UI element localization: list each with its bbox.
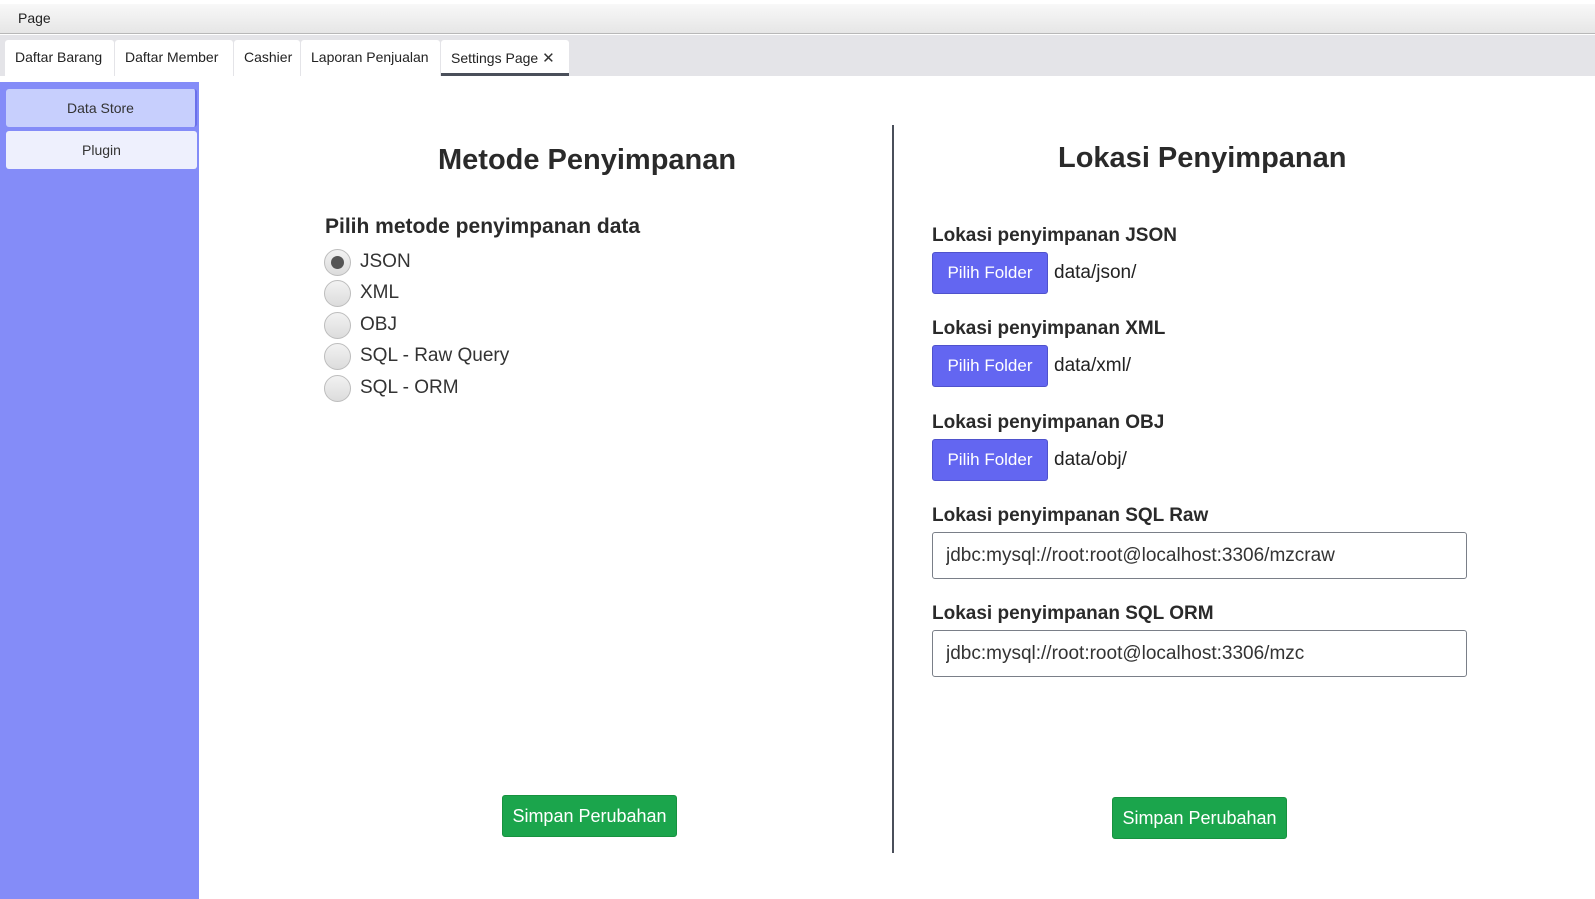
tab-daftar-member[interactable]: Daftar Member xyxy=(115,40,233,76)
obj-folder-row: Pilih Folder data/obj/ xyxy=(932,439,1127,481)
xml-location-label: Lokasi penyimpanan XML xyxy=(932,318,1166,339)
choose-obj-folder-button[interactable]: Pilih Folder xyxy=(932,439,1048,481)
radio-label: JSON xyxy=(360,251,411,272)
sidebar-item-data-store[interactable]: Data Store xyxy=(6,89,197,127)
tab-label: Daftar Barang xyxy=(15,49,103,65)
storage-location-title: Lokasi Penyimpanan xyxy=(1058,142,1347,174)
tab-label: Daftar Member xyxy=(125,49,219,65)
menu-bar: Page xyxy=(0,4,1595,34)
choose-xml-folder-button[interactable]: Pilih Folder xyxy=(932,345,1048,387)
tab-daftar-barang[interactable]: Daftar Barang xyxy=(5,40,114,76)
radio-button[interactable] xyxy=(324,342,351,370)
storage-method-title: Metode Penyimpanan xyxy=(438,144,737,176)
close-icon[interactable]: ✕ xyxy=(542,50,555,67)
json-folder-path: data/json/ xyxy=(1054,262,1137,283)
sql-raw-connection-input[interactable] xyxy=(932,532,1467,579)
tab-laporan-penjualan[interactable]: Laporan Penjualan xyxy=(301,40,440,76)
radio-option-sql-raw[interactable]: SQL - Raw Query xyxy=(324,342,509,370)
radio-button[interactable] xyxy=(324,311,351,339)
radio-option-json[interactable]: JSON xyxy=(324,248,411,276)
sql-orm-connection-input[interactable] xyxy=(932,630,1467,677)
radio-option-xml[interactable]: XML xyxy=(324,279,399,307)
radio-option-obj[interactable]: OBJ xyxy=(324,311,397,339)
save-changes-button-right[interactable]: Simpan Perubahan xyxy=(1112,797,1287,839)
xml-folder-path: data/xml/ xyxy=(1054,355,1132,376)
radio-button[interactable] xyxy=(324,248,351,276)
json-location-label: Lokasi penyimpanan JSON xyxy=(932,225,1177,246)
radio-label: OBJ xyxy=(360,314,397,335)
json-folder-row: Pilih Folder data/json/ xyxy=(932,252,1136,294)
tab-cashier[interactable]: Cashier xyxy=(234,40,300,76)
radio-label: XML xyxy=(360,282,400,303)
sidebar-item-plugin[interactable]: Plugin xyxy=(6,131,197,169)
sql-orm-location-label: Lokasi penyimpanan SQL ORM xyxy=(932,603,1214,624)
radio-label: SQL - Raw Query xyxy=(360,345,510,366)
radio-button[interactable] xyxy=(324,279,351,307)
radio-label: SQL - ORM xyxy=(360,377,459,398)
sql-raw-location-label: Lokasi penyimpanan SQL Raw xyxy=(932,505,1209,526)
radio-button[interactable] xyxy=(324,374,351,402)
tab-settings-page[interactable]: Settings Page ✕ xyxy=(441,40,569,76)
sidebar: Data Store Plugin xyxy=(0,82,199,899)
xml-folder-row: Pilih Folder data/xml/ xyxy=(932,345,1131,387)
storage-method-subtitle: Pilih metode penyimpanan data xyxy=(325,215,641,238)
tab-label: Settings Page xyxy=(451,50,539,66)
tab-label: Cashier xyxy=(244,49,293,65)
obj-location-label: Lokasi penyimpanan OBJ xyxy=(932,412,1165,433)
panel-divider xyxy=(892,125,894,853)
save-changes-button-left[interactable]: Simpan Perubahan xyxy=(502,795,677,837)
radio-option-sql-orm[interactable]: SQL - ORM xyxy=(324,374,459,402)
tab-label: Laporan Penjualan xyxy=(311,49,429,65)
tab-bar: Daftar Barang Daftar Member Cashier Lapo… xyxy=(0,35,1595,76)
choose-json-folder-button[interactable]: Pilih Folder xyxy=(932,252,1048,294)
obj-folder-path: data/obj/ xyxy=(1054,449,1127,470)
menu-page[interactable]: Page xyxy=(18,10,51,26)
radio-selected-dot xyxy=(331,255,344,269)
